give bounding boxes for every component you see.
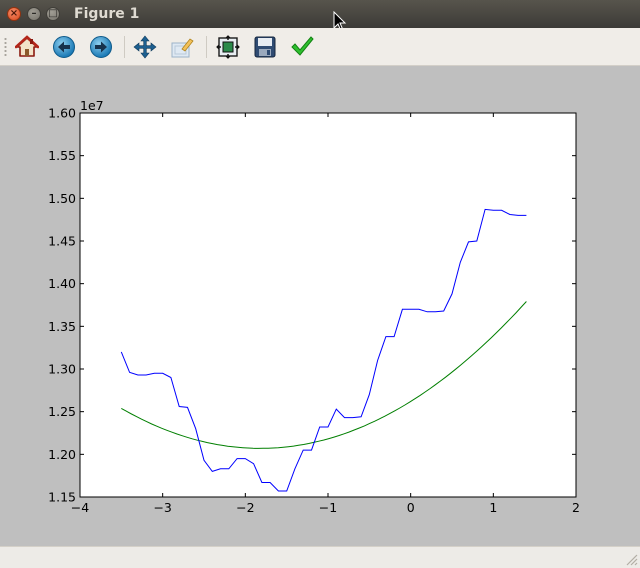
pan-button[interactable]: [131, 33, 159, 61]
maximize-icon[interactable]: □: [46, 7, 60, 21]
status-bar: [0, 546, 640, 568]
y-tick-label: 1.45: [48, 234, 76, 249]
toolbar: [0, 28, 640, 66]
x-tick-label: −1: [319, 500, 337, 515]
toolbar-grip[interactable]: [4, 37, 7, 57]
figure-window: × – □ Figure 1 −4 −3 −2 −1 0 1 2 1.15 1.…: [0, 0, 640, 568]
save-button[interactable]: [251, 33, 279, 61]
toolbar-separator: [124, 36, 125, 58]
line-chart: −4 −3 −2 −1 0 1 2 1.151.201.251.301.351.401.45…: [48, 98, 580, 515]
forward-button[interactable]: [87, 33, 115, 61]
y-tick-label: 1.15: [48, 490, 76, 505]
edit-parameters-button[interactable]: [288, 33, 316, 61]
y-tick-label: 1.20: [48, 447, 76, 462]
pan-icon: [133, 35, 157, 59]
x-tick-label: 2: [572, 500, 580, 515]
home-icon: [15, 35, 39, 57]
back-arrow-icon: [53, 36, 75, 58]
y-offset-label: 1e7: [80, 98, 104, 113]
y-tick-label: 1.55: [48, 148, 76, 163]
y-tick-label: 1.35: [48, 319, 76, 334]
back-button[interactable]: [50, 33, 78, 61]
close-icon[interactable]: ×: [7, 7, 21, 21]
zoom-button[interactable]: [168, 33, 196, 61]
toolbar-separator: [206, 36, 207, 58]
edit-check-icon: [291, 36, 314, 56]
subplots-button[interactable]: [214, 33, 242, 61]
x-tick-label: 1: [489, 500, 497, 515]
resize-grip-icon[interactable]: [622, 550, 638, 566]
y-tick-label: 1.40: [48, 276, 76, 291]
title-bar: × – □ Figure 1: [0, 0, 640, 32]
forward-arrow-icon: [90, 36, 112, 58]
subplots-icon: [216, 35, 240, 59]
x-tick-label: −3: [153, 500, 171, 515]
save-icon: [254, 36, 276, 58]
y-tick-label: 1.30: [48, 362, 76, 377]
y-tick-label: 1.25: [48, 404, 76, 419]
figure-canvas[interactable]: −4 −3 −2 −1 0 1 2 1.15 1.20 1.25 1.30 1.35 1.40 1.45…: [0, 66, 640, 546]
zoom-icon: [171, 38, 194, 58]
y-tick-label: 1.60: [48, 106, 76, 121]
minimize-icon[interactable]: –: [27, 7, 41, 21]
x-tick-label: 0: [407, 500, 415, 515]
home-button[interactable]: [13, 33, 41, 61]
x-tick-label: −2: [236, 500, 254, 515]
window-title: Figure 1: [74, 6, 140, 22]
y-tick-label: 1.50: [48, 191, 76, 206]
plot-area: [80, 113, 576, 497]
